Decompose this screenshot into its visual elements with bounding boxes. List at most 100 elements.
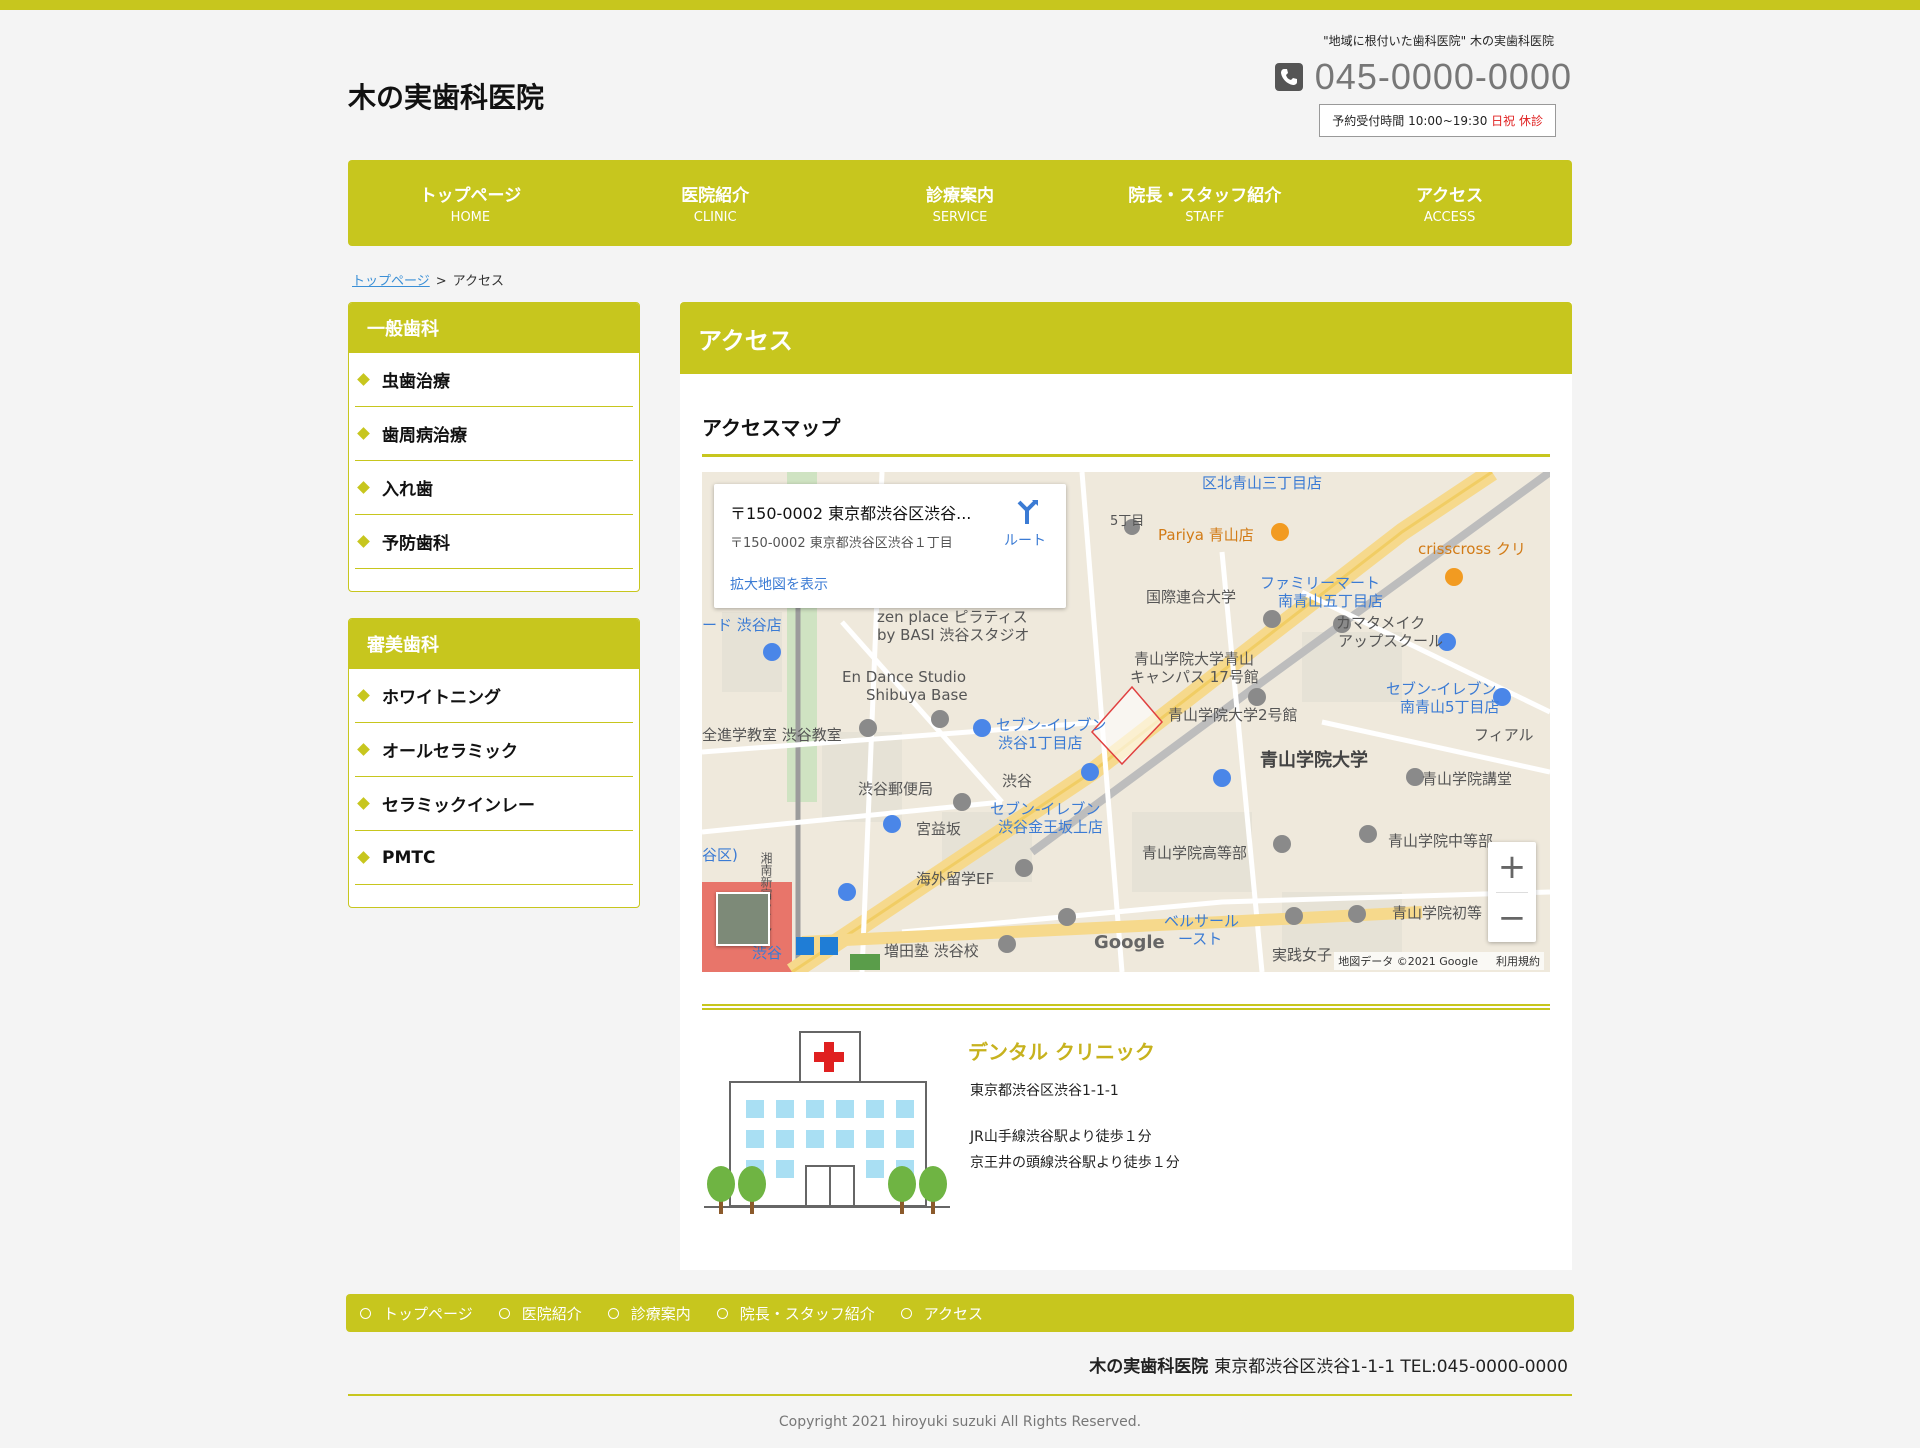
phone-number: 045-0000-0000 <box>1314 56 1572 97</box>
map-place-label: フィアル <box>1474 726 1534 744</box>
sidebar-item[interactable]: PMTC <box>355 831 633 885</box>
zoom-in-button[interactable]: + <box>1488 842 1536 892</box>
clinic-name: デンタル クリニック <box>968 1040 1155 1064</box>
phone-icon <box>1274 63 1303 91</box>
enlarge-map-link[interactable]: 拡大地図を表示 <box>730 574 828 594</box>
map-place-label: Pariya 青山店 <box>1158 526 1254 544</box>
map-place-label: 実践女子 <box>1272 946 1333 964</box>
sidebar-item[interactable]: オールセラミック <box>355 723 633 777</box>
nav-access[interactable]: アクセス ACCESS <box>1327 160 1572 246</box>
page-title: アクセス <box>680 302 1572 374</box>
map-place-label: 青山学院中等部 <box>1388 832 1494 850</box>
map-place-label: 青山学院大学 <box>1260 750 1368 771</box>
map-place-label: 南青山五丁目店 <box>1278 592 1384 610</box>
sidebar-list: ホワイトニング オールセラミック セラミックインレー PMTC <box>349 669 639 885</box>
nav-label: トップページ <box>419 186 522 206</box>
map-place-label: 国際連合大学 <box>1146 588 1237 606</box>
sidebar-list: 虫歯治療 歯周病治療 入れ歯 予防歯科 <box>349 353 639 569</box>
sidebar-item-label: 入れ歯 <box>382 480 433 500</box>
map-place-label: ード 渋谷店 <box>702 616 782 634</box>
section-double-divider <box>702 1004 1550 1010</box>
reception-hours: 予約受付時間 10:00~19:30 日祝 休診 <box>1319 104 1556 137</box>
map-place-label: 青山学院講堂 <box>1422 770 1513 788</box>
sidebar-item[interactable]: セラミックインレー <box>355 777 633 831</box>
footer-link-staff[interactable]: 院長・スタッフ紹介 <box>716 1303 875 1324</box>
map-place-label: アップスクール <box>1338 632 1444 650</box>
circle-bullet-icon <box>607 1307 619 1319</box>
zoom-out-button[interactable]: − <box>1488 893 1536 943</box>
map-place-label: En Dance Studio <box>842 668 967 686</box>
map-place-label: by BASI 渋谷スタジオ <box>877 626 1030 644</box>
tagline: "地域に根付いた歯科医院" 木の実歯科医院 <box>1323 34 1554 48</box>
diamond-bullet-icon <box>357 481 370 494</box>
footer-link-service[interactable]: 診療案内 <box>607 1303 691 1324</box>
footer-link-home[interactable]: トップページ <box>360 1303 473 1324</box>
map-data-credit: 地図データ ©2021 Google <box>1338 955 1478 968</box>
directions-icon[interactable] <box>1014 498 1040 524</box>
google-map[interactable]: 区北青山三丁目店 Pariya 青山店 crisscross クリ 国際連合大学… <box>702 472 1550 972</box>
footer-link-label: 医院紹介 <box>521 1304 582 1323</box>
breadcrumb-home-link[interactable]: トップページ <box>352 274 430 289</box>
directions-link[interactable]: ルート <box>1004 530 1046 550</box>
footer-link-access[interactable]: アクセス <box>900 1303 983 1324</box>
sidebar-heading: 一般歯科 <box>349 303 639 353</box>
nav-service[interactable]: 診療案内 SERVICE <box>838 160 1083 246</box>
map-place-label: crisscross クリ <box>1418 540 1526 558</box>
sidebar-item[interactable]: ホワイトニング <box>355 669 633 723</box>
breadcrumb-current: アクセス <box>452 274 505 289</box>
sidebar-general: 一般歯科 虫歯治療 歯周病治療 入れ歯 予防歯科 <box>348 302 640 592</box>
map-place-label: 宮益坂 <box>916 820 962 838</box>
map-place-label: 区北青山三丁目店 <box>1202 474 1323 492</box>
circle-bullet-icon <box>360 1307 371 1319</box>
satellite-toggle[interactable] <box>716 892 770 946</box>
sidebar-item-label: 歯周病治療 <box>382 426 467 446</box>
phone-block: 045-0000-0000 <box>1274 56 1572 98</box>
nav-sublabel: SERVICE <box>932 210 988 225</box>
circle-bullet-icon <box>716 1307 728 1319</box>
map-terms-link[interactable]: 利用規約 <box>1496 953 1540 969</box>
map-place-label: 青山学院初等 <box>1392 904 1483 922</box>
sidebar-item-label: 予防歯科 <box>382 534 450 554</box>
map-info-title: 〒150-0002 東京都渋谷区渋谷... <box>730 504 972 523</box>
nav-staff[interactable]: 院長・スタッフ紹介 STAFF <box>1082 160 1327 246</box>
nav-clinic[interactable]: 医院紹介 CLINIC <box>593 160 838 246</box>
clinic-access-jr: JR山手線渋谷駅より徒歩１分 <box>970 1129 1152 1145</box>
diamond-bullet-icon <box>357 851 370 864</box>
footer-address: 木の実歯科医院 東京都渋谷区渋谷1-1-1 TEL:045-0000-0000 <box>1089 1352 1568 1377</box>
clinic-access-keio: 京王井の頭線渋谷駅より徒歩１分 <box>970 1155 1180 1171</box>
diamond-bullet-icon <box>357 427 370 440</box>
nav-sublabel: STAFF <box>1185 210 1225 225</box>
diamond-bullet-icon <box>357 535 370 548</box>
site-title[interactable]: 木の実歯科医院 <box>348 76 544 116</box>
nav-sublabel: HOME <box>450 210 491 225</box>
sidebar-item-label: セラミックインレー <box>382 796 535 816</box>
main-content: アクセス アクセスマップ 区北青山三丁目店 Pariya 青山店 crisscr… <box>680 302 1572 1270</box>
nav-label: アクセス <box>1416 186 1484 206</box>
nav-sublabel: ACCESS <box>1423 210 1476 225</box>
map-place-label: 渋谷 <box>1002 772 1033 790</box>
footer-address-text: 東京都渋谷区渋谷1-1-1 TEL:045-0000-0000 <box>1214 1357 1568 1377</box>
nav-label: 診療案内 <box>925 186 994 206</box>
footer-link-label: 診療案内 <box>630 1304 691 1323</box>
sidebar-item[interactable]: 虫歯治療 <box>355 353 633 407</box>
map-zoom-controls: + − <box>1488 842 1536 942</box>
map-place-label: 渋谷郵便局 <box>858 780 934 798</box>
sidebar-item-label: ホワイトニング <box>382 688 501 708</box>
nav-sublabel: CLINIC <box>693 210 737 225</box>
sidebar-item[interactable]: 歯周病治療 <box>355 407 633 461</box>
sidebar-item-label: PMTC <box>382 847 436 868</box>
map-place-label: ースト <box>1178 930 1223 948</box>
sidebar-item[interactable]: 予防歯科 <box>355 515 633 569</box>
nav-label: 院長・スタッフ紹介 <box>1128 186 1282 206</box>
hours-text: 予約受付時間 10:00~19:30 <box>1332 114 1488 128</box>
diamond-bullet-icon <box>357 797 370 810</box>
footer-link-clinic[interactable]: 医院紹介 <box>498 1303 582 1324</box>
footer-clinic-name: 木の実歯科医院 <box>1089 1357 1209 1377</box>
clinic-address: 東京都渋谷区渋谷1-1-1 <box>970 1083 1119 1099</box>
sidebar-item[interactable]: 入れ歯 <box>355 461 633 515</box>
sidebar-item-label: 虫歯治療 <box>382 372 450 392</box>
google-logo: Google <box>1094 932 1165 953</box>
nav-label: 医院紹介 <box>681 186 750 206</box>
map-place-label: 谷区) <box>702 846 738 864</box>
nav-home[interactable]: トップページ HOME <box>348 160 593 246</box>
